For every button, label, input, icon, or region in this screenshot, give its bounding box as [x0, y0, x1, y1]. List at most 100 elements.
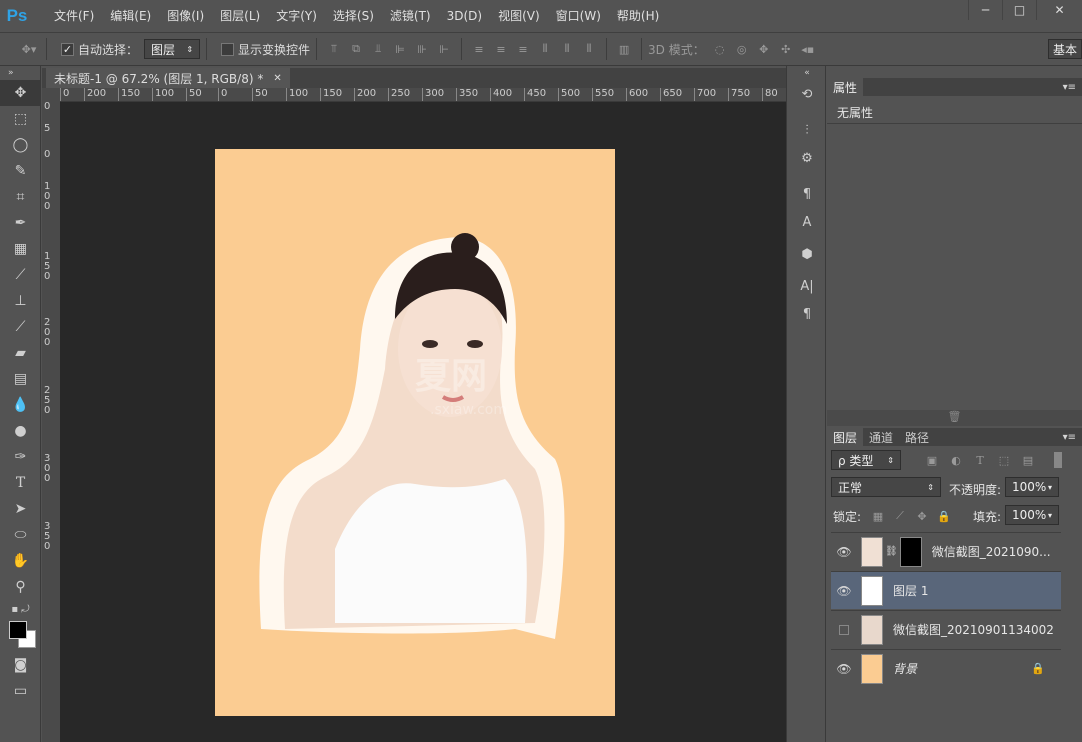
3d-roll-icon[interactable]: ◎ [733, 40, 751, 58]
menu-select[interactable]: 选择(S) [325, 0, 382, 32]
move-tool-preset-icon[interactable]: ✥▾ [20, 40, 38, 58]
distribute-bottom-icon[interactable]: ≡ [514, 40, 532, 58]
strip-collapse-icon[interactable]: « [787, 66, 827, 80]
dropdown-arrow-icon[interactable]: ▾ [1048, 483, 1052, 492]
layer-mask-thumbnail[interactable] [899, 536, 922, 567]
3d-panel-icon[interactable]: ⬢ [787, 240, 827, 268]
visibility-eye-icon[interactable]: 👁 [831, 584, 857, 598]
lock-transparent-icon[interactable]: ▦ [869, 507, 887, 525]
close-tab-icon[interactable]: ✕ [273, 73, 281, 84]
3d-rotate-icon[interactable]: ◌ [711, 40, 729, 58]
visibility-eye-icon[interactable]: 👁 [831, 545, 857, 559]
visibility-toggle[interactable] [831, 624, 857, 635]
screen-mode-icon[interactable]: ▭ [0, 678, 41, 704]
marquee-tool-icon[interactable]: ⬚ [0, 106, 41, 132]
filter-adjust-icon[interactable]: ◐ [947, 451, 965, 469]
foreground-color[interactable] [9, 621, 27, 639]
tab-layers[interactable]: 图层 [827, 428, 864, 446]
default-colors-icon[interactable]: ▪ ⤾ [0, 600, 41, 618]
crop-tool-icon[interactable]: ⌗ [0, 184, 41, 210]
show-transform-checkbox[interactable] [221, 42, 235, 56]
pen-tool-icon[interactable]: ✑ [0, 444, 41, 470]
panel-menu-icon[interactable]: ▾≡ [1063, 432, 1076, 443]
tab-properties[interactable]: 属性 [827, 78, 864, 96]
auto-select-target-dropdown[interactable]: 图层 ⇕ [144, 39, 201, 59]
distribute-right-icon[interactable]: ⦀ [580, 40, 598, 58]
lock-all-icon[interactable]: 🔒 [935, 507, 953, 525]
3d-slide-icon[interactable]: ✣ [777, 40, 795, 58]
auto-align-icon[interactable]: ▥ [615, 40, 633, 58]
character-panel-icon[interactable]: A| [787, 272, 827, 300]
paragraph-styles-icon[interactable]: ¶ [787, 180, 827, 208]
document-canvas[interactable] [215, 149, 615, 716]
dodge-tool-icon[interactable]: ● [0, 418, 41, 444]
menu-file[interactable]: 文件(F) [46, 0, 102, 32]
align-top-icon[interactable]: ⫪ [325, 40, 343, 58]
layer-row[interactable]: 微信截图_20210901134002 [831, 610, 1061, 648]
menu-layer[interactable]: 图层(L) [212, 0, 268, 32]
close-button[interactable]: ✕ [1036, 0, 1082, 20]
distribute-left-icon[interactable]: ⦀ [536, 40, 554, 58]
layer-row[interactable]: 👁 ⛓ 微信截图_2021090... [831, 532, 1061, 570]
3d-scale-icon[interactable]: ◂▪ [799, 40, 817, 58]
healing-brush-tool-icon[interactable]: ▦ [0, 236, 41, 262]
opacity-input[interactable]: 100% ▾ [1005, 477, 1059, 497]
fill-input[interactable]: 100% ▾ [1005, 505, 1059, 525]
minimize-button[interactable]: ─ [968, 0, 1002, 20]
link-chain-icon[interactable]: ⛓ [885, 546, 898, 557]
blend-mode-dropdown[interactable]: 正常 ⇕ [831, 477, 941, 497]
filter-toggle-icon[interactable] [1054, 452, 1062, 468]
eraser-tool-icon[interactable]: ▰ [0, 340, 41, 366]
dropdown-arrow-icon[interactable]: ▾ [1048, 511, 1052, 520]
menu-help[interactable]: 帮助(H) [609, 0, 667, 32]
menu-image[interactable]: 图像(I) [159, 0, 212, 32]
align-bottom-icon[interactable]: ⫫ [369, 40, 387, 58]
brush-tool-icon[interactable]: ⟋ [0, 262, 41, 288]
layer-row[interactable]: 👁 图层 1 [831, 571, 1061, 609]
hand-tool-icon[interactable]: ✋ [0, 548, 41, 574]
distribute-hcenter-icon[interactable]: ⦀ [558, 40, 576, 58]
lasso-tool-icon[interactable]: ◯ [0, 132, 41, 158]
canvas-area[interactable]: 夏网 .sxiaw.com [60, 102, 786, 742]
3d-pan-icon[interactable]: ✥ [755, 40, 773, 58]
menu-view[interactable]: 视图(V) [490, 0, 548, 32]
panel-menu-icon[interactable]: ▾≡ [1063, 82, 1076, 93]
align-right-icon[interactable]: ⊩ [435, 40, 453, 58]
filter-pixel-icon[interactable]: ▣ [923, 451, 941, 469]
workspace-button[interactable]: 基本 [1048, 39, 1082, 59]
path-select-tool-icon[interactable]: ➤ [0, 496, 41, 522]
brush-panel-icon[interactable]: ⫶ [787, 116, 827, 144]
menu-window[interactable]: 窗口(W) [548, 0, 609, 32]
auto-select-checkbox[interactable]: ✓ [61, 42, 74, 56]
maximize-button[interactable]: □ [1002, 0, 1036, 20]
adjustments-panel-icon[interactable]: ⚙ [787, 144, 827, 172]
zoom-tool-icon[interactable]: ⚲ [0, 574, 41, 600]
gradient-tool-icon[interactable]: ▤ [0, 366, 41, 392]
menu-3d[interactable]: 3D(D) [439, 0, 490, 32]
distribute-vcenter-icon[interactable]: ≡ [492, 40, 510, 58]
visibility-eye-icon[interactable]: 👁 [831, 662, 857, 676]
document-tab[interactable]: 未标题-1 @ 67.2% (图层 1, RGB/8) * ✕ [46, 68, 290, 88]
align-vcenter-icon[interactable]: ⧉ [347, 40, 365, 58]
quick-mask-icon[interactable]: ◙ [0, 652, 41, 678]
shape-tool-icon[interactable]: ⬭ [0, 522, 41, 548]
filter-shape-icon[interactable]: ⬚ [995, 451, 1013, 469]
align-hcenter-icon[interactable]: ⊪ [413, 40, 431, 58]
quick-select-tool-icon[interactable]: ✎ [0, 158, 41, 184]
lock-pixels-icon[interactable]: ⟋ [891, 507, 909, 525]
trash-icon[interactable]: 🗑 [827, 410, 1082, 426]
character-styles-icon[interactable]: A [787, 208, 827, 236]
show-transform-option[interactable]: 显示变换控件 [221, 41, 310, 58]
move-tool-icon[interactable]: ✥ [0, 80, 41, 106]
foreground-background-swatch[interactable] [0, 618, 41, 652]
history-brush-tool-icon[interactable]: ⟋ [0, 314, 41, 340]
tab-channels[interactable]: 通道 [863, 428, 899, 446]
distribute-top-icon[interactable]: ≡ [470, 40, 488, 58]
type-tool-icon[interactable]: T [0, 470, 41, 496]
lock-position-icon[interactable]: ✥ [913, 507, 931, 525]
toolbox-collapse-icon[interactable]: » [0, 66, 41, 80]
layer-filter-dropdown[interactable]: ρ 类型 ⇕ [831, 450, 901, 470]
eyedropper-tool-icon[interactable]: ✒ [0, 210, 41, 236]
menu-filter[interactable]: 滤镜(T) [382, 0, 439, 32]
align-left-icon[interactable]: ⊫ [391, 40, 409, 58]
